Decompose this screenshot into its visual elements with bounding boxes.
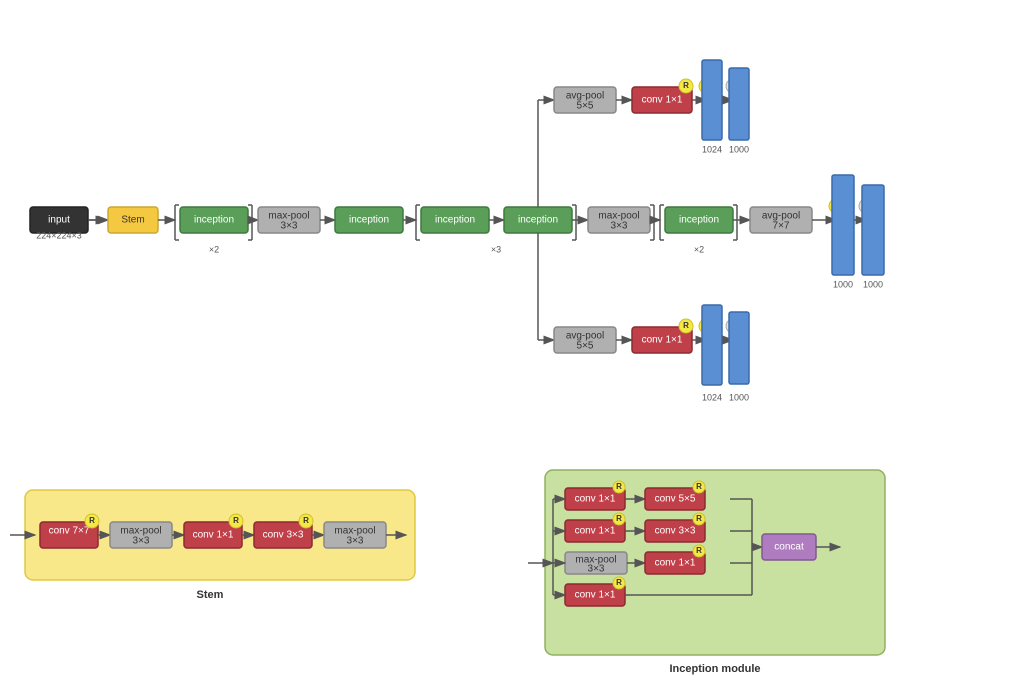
svg-text:R: R [683, 81, 689, 90]
label-1000-top: 1000 [729, 144, 749, 154]
inception1-label: inception [194, 215, 234, 226]
stem-maxpool2-size: 3×3 [347, 536, 364, 547]
input-label: input [48, 215, 70, 226]
svg-text:R: R [696, 514, 702, 523]
stem-conv1x1-label: conv 1×1 [193, 530, 234, 541]
x3-label: ×3 [491, 244, 501, 254]
maxpool1-size: 3×3 [281, 221, 298, 232]
label-1000-bot: 1000 [729, 392, 749, 402]
inception-module-label: Inception module [669, 663, 760, 675]
conv-aux2-bot-label: conv 1×1 [642, 335, 683, 346]
svg-text:R: R [696, 546, 702, 555]
x2-label-1: ×2 [209, 244, 219, 254]
inception3-label: inception [435, 215, 475, 226]
inc-concat-label: concat [774, 542, 804, 553]
svg-text:R: R [616, 514, 622, 523]
label-1024-top: 1024 [702, 144, 722, 154]
bar-main2 [862, 185, 884, 275]
svg-text:R: R [616, 578, 622, 587]
svg-text:R: R [683, 321, 689, 330]
bar-aux1-top2 [729, 68, 749, 140]
conv-aux1-top-label: conv 1×1 [642, 95, 683, 106]
stem-conv7x7-label: conv 7×7 [49, 526, 90, 537]
bar-aux1-top1 [702, 60, 722, 140]
svg-text:R: R [616, 482, 622, 491]
stem-conv3x3-label: conv 3×3 [263, 530, 304, 541]
inc-conv1x1-mp-label: conv 1×1 [655, 558, 696, 569]
avgpool-main-size: 7×7 [773, 221, 790, 232]
input-sublabel: 224×224×3 [36, 230, 82, 240]
inception2-label: inception [349, 215, 389, 226]
svg-text:R: R [696, 482, 702, 491]
bar-aux2-bot1 [702, 305, 722, 385]
avgpool-aux1-size: 5×5 [577, 101, 594, 112]
inc-conv3x3-label: conv 3×3 [655, 526, 696, 537]
inc-conv1x1-bot-label: conv 1×1 [575, 590, 616, 601]
bar-main1 [832, 175, 854, 275]
inc-conv1x1-mid-label: conv 1×1 [575, 526, 616, 537]
maxpool2-size: 3×3 [611, 221, 628, 232]
x2-label-2: ×2 [694, 244, 704, 254]
inception5-label: inception [679, 215, 719, 226]
svg-text:R: R [303, 516, 309, 525]
label-1024-bot: 1024 [702, 392, 722, 402]
inc-conv1x1-top-label: conv 1×1 [575, 494, 616, 505]
label-1000-main1: 1000 [833, 279, 853, 289]
svg-text:R: R [89, 516, 95, 525]
svg-text:R: R [233, 516, 239, 525]
avgpool-aux2-size: 5×5 [577, 341, 594, 352]
stem-maxpool1-size: 3×3 [133, 536, 150, 547]
inc-maxpool-size: 3×3 [588, 564, 605, 575]
inc-conv5x5-label: conv 5×5 [655, 494, 696, 505]
diagram-container: input 224×224×3 Stem inception ×2 max-po… [0, 0, 1024, 700]
stem-label: Stem [121, 215, 144, 226]
stem-module-label: Stem [197, 589, 224, 601]
bar-aux2-bot2 [729, 312, 749, 384]
label-1000-main2: 1000 [863, 279, 883, 289]
inception4-label: inception [518, 215, 558, 226]
